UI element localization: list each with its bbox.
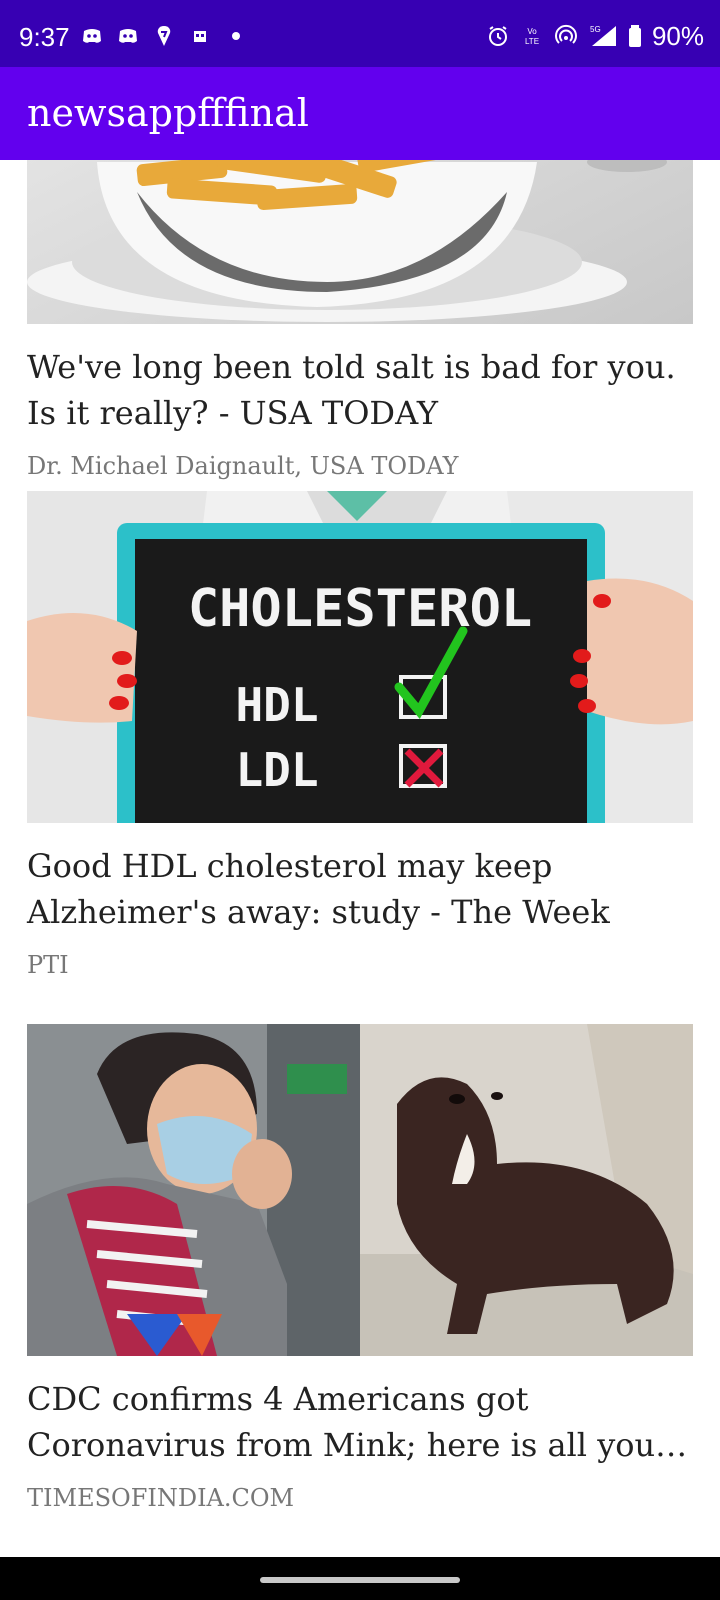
article-title[interactable]: CDC confirms 4 Americans got Coronavirus…	[27, 1376, 693, 1468]
battery-percentage: 90%	[651, 20, 704, 51]
board-text-ldl: LDL	[235, 743, 318, 797]
article-card[interactable]: CDC confirms 4 Americans got Coronavirus…	[27, 1024, 693, 1512]
navigation-bar	[0, 1557, 720, 1600]
article-image[interactable]	[27, 1024, 693, 1356]
alarm-icon	[488, 26, 507, 46]
app-title: newsappfffinal	[27, 91, 309, 135]
article-source: TIMESOFINDIA.COM	[27, 1484, 295, 1512]
article-title[interactable]: We've long been told salt is bad for you…	[27, 344, 693, 436]
board-text-hdl: HDL	[235, 678, 318, 732]
volte-icon: VoLTE	[525, 27, 539, 46]
more-notifications-dot	[232, 32, 240, 40]
discord-icon	[83, 29, 101, 43]
article-image[interactable]: CHOLESTEROL HDL LDL	[27, 491, 693, 823]
board-text-cholesterol: CHOLESTEROL	[188, 579, 532, 639]
notification-icons	[80, 22, 240, 50]
article-source: Dr. Michael Daignault, USA TODAY	[27, 452, 459, 480]
home-gesture-handle[interactable]	[260, 1577, 460, 1583]
svg-text:LTE: LTE	[525, 37, 539, 46]
app-bar: newsappfffinal	[0, 67, 720, 160]
signal-icon: 5G	[590, 25, 616, 46]
article-card[interactable]: We've long been told salt is bad for you…	[27, 160, 693, 480]
status-time: 9:37	[19, 22, 70, 52]
swiggy-icon	[157, 26, 171, 46]
article-title-line: Coronavirus from Mink; here is all you n…	[27, 1426, 693, 1464]
hotspot-icon	[554, 24, 577, 44]
news-feed[interactable]: We've long been told salt is bad for you…	[0, 160, 720, 1557]
masked-woman-and-mink-image	[27, 1024, 693, 1356]
calendar-icon	[194, 31, 206, 42]
svg-text:Vo: Vo	[527, 27, 537, 36]
bowl-of-fries-image	[27, 160, 693, 324]
article-image[interactable]	[27, 160, 693, 324]
article-card[interactable]: CHOLESTEROL HDL LDL Good HDL cholesterol…	[27, 491, 693, 979]
status-bar: 9:37 Vo LTE 5G 90%	[0, 0, 720, 67]
article-source: PTI	[27, 951, 69, 979]
discord-icon	[119, 29, 137, 43]
battery-icon	[628, 25, 641, 47]
system-icons: Vo LTE 5G 90%	[486, 20, 704, 51]
article-title[interactable]: Good HDL cholesterol may keep Alzheimer'…	[27, 843, 693, 935]
cholesterol-chalkboard-image: CHOLESTEROL HDL LDL	[27, 491, 693, 823]
svg-text:5G: 5G	[590, 25, 601, 34]
article-title-line: CDC confirms 4 Americans got	[27, 1380, 529, 1418]
